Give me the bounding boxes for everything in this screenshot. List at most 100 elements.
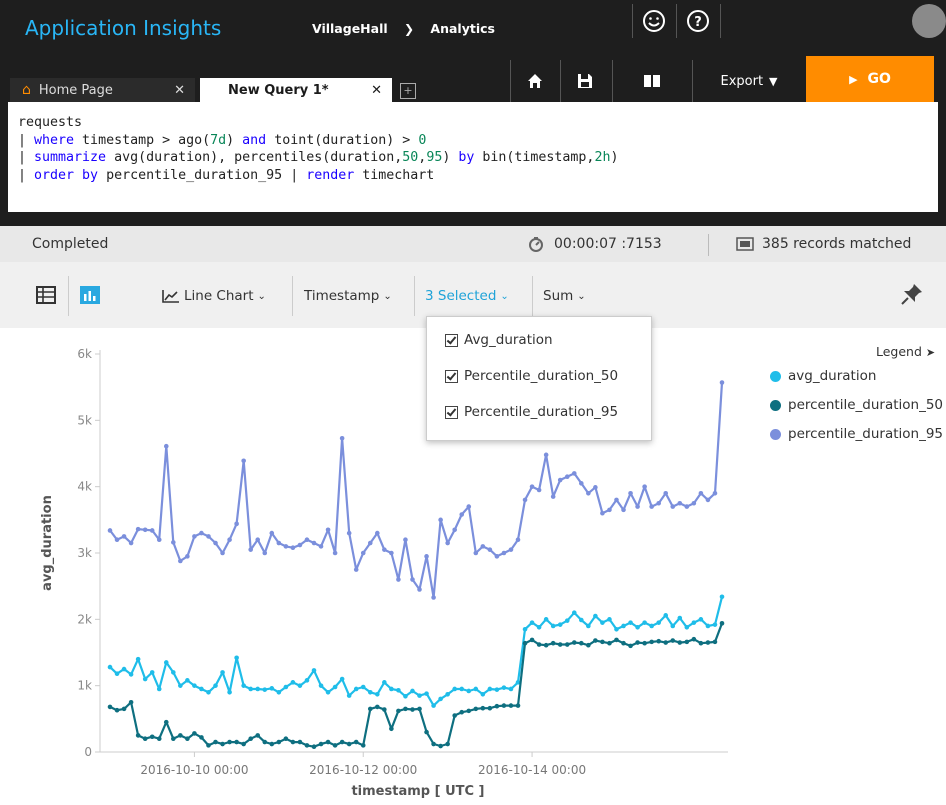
data-point: [691, 636, 697, 642]
data-point: [276, 739, 282, 745]
data-point: [269, 530, 275, 536]
data-point: [163, 443, 169, 449]
data-point: [297, 542, 303, 548]
checkbox-checked-icon[interactable]: [445, 405, 458, 419]
data-point: [543, 617, 549, 622]
help-icon[interactable]: ?: [676, 4, 719, 38]
series-option-p50[interactable]: Percentile_duration_50: [445, 368, 618, 384]
legend-title[interactable]: Legend ➤: [876, 344, 935, 359]
chevron-right-icon: ❯: [404, 22, 415, 36]
home-button[interactable]: [510, 60, 559, 102]
x-axis-label: timestamp [ UTC ]: [351, 784, 484, 799]
breadcrumb-item-analytics[interactable]: Analytics: [430, 21, 495, 36]
pin-button[interactable]: [900, 282, 924, 306]
save-button[interactable]: [560, 60, 609, 102]
data-point: [607, 507, 612, 513]
data-point: [290, 739, 296, 745]
top-bar: Application Insights VillageHall ❯ Analy…: [0, 0, 946, 60]
chart-type-dropdown[interactable]: Line Chart ⌄: [162, 288, 266, 304]
data-point: [480, 544, 486, 549]
data-point: [593, 638, 598, 643]
data-point: [684, 624, 690, 630]
series-option-avg[interactable]: Avg_duration: [445, 332, 553, 348]
data-point: [156, 736, 162, 742]
add-tab-icon[interactable]: +: [400, 83, 416, 99]
aggregation-label: Sum: [543, 288, 574, 304]
data-point: [382, 707, 387, 712]
data-point: [283, 736, 289, 742]
data-point: [332, 684, 338, 690]
aggregation-dropdown[interactable]: Sum ⌄: [543, 288, 586, 304]
series-dropdown[interactable]: 3 Selected ⌄: [425, 288, 509, 304]
x-tick-label: 2016-10-10 00:00: [140, 763, 248, 777]
query-line: | order by percentile_duration_95 | rend…: [18, 167, 435, 183]
data-point: [508, 703, 514, 708]
data-point: [515, 703, 521, 708]
data-point: [536, 642, 542, 647]
data-point: [593, 485, 598, 490]
x-column-dropdown[interactable]: Timestamp ⌄: [304, 288, 392, 304]
open-button[interactable]: [612, 60, 691, 102]
save-icon: [578, 74, 592, 88]
chart-view-button[interactable]: [80, 286, 100, 304]
data-point: [389, 550, 394, 556]
tab-label: New Query 1*: [228, 82, 329, 98]
tab-home-page[interactable]: ⌂ Home Page ✕: [10, 78, 195, 102]
records-icon: [736, 237, 754, 251]
x-tick-label: 2016-10-12 00:00: [309, 763, 417, 777]
query-editor[interactable]: requests | where timestamp > ago(7d) and…: [8, 102, 938, 212]
data-point: [670, 638, 676, 643]
data-point: [543, 642, 549, 648]
smiley-icon[interactable]: [632, 4, 675, 38]
svg-text:?: ?: [694, 15, 702, 30]
data-point: [649, 623, 654, 629]
close-icon[interactable]: ✕: [174, 83, 185, 98]
go-button[interactable]: ▶ GO: [806, 56, 934, 102]
close-icon[interactable]: ✕: [371, 83, 382, 98]
breadcrumb-item-resource[interactable]: VillageHall: [312, 21, 388, 36]
splitter[interactable]: [0, 212, 946, 226]
data-point: [642, 620, 647, 625]
data-point: [705, 497, 711, 503]
data-point: [410, 577, 415, 582]
data-point: [353, 739, 359, 745]
checkbox-checked-icon[interactable]: [445, 333, 458, 347]
data-point: [431, 741, 436, 747]
checkbox-checked-icon[interactable]: [445, 369, 458, 383]
tab-new-query[interactable]: New Query 1* ✕: [200, 78, 392, 102]
data-point: [480, 691, 486, 697]
data-point: [276, 540, 282, 546]
editor-frame: [0, 102, 8, 212]
data-point: [389, 726, 394, 732]
app-title[interactable]: Application Insights: [25, 16, 221, 40]
legend-item[interactable]: percentile_duration_95: [770, 426, 943, 442]
table-view-button[interactable]: [36, 286, 56, 304]
data-point: [684, 639, 690, 645]
data-point: [128, 672, 134, 677]
data-point: [107, 664, 113, 670]
legend-item[interactable]: percentile_duration_50: [770, 397, 943, 413]
export-button[interactable]: Export ▼: [692, 60, 805, 102]
data-point: [220, 550, 225, 556]
data-point: [234, 739, 239, 745]
data-point: [663, 491, 669, 496]
data-point: [248, 547, 253, 552]
data-point: [403, 706, 408, 712]
data-point: [213, 683, 218, 688]
data-point: [206, 534, 211, 539]
data-point: [199, 735, 204, 740]
data-point: [339, 676, 345, 682]
data-point: [410, 707, 415, 712]
data-point: [311, 540, 317, 546]
y-tick-label: 0: [84, 745, 92, 759]
data-point: [396, 577, 401, 582]
data-point: [135, 656, 141, 662]
legend-item[interactable]: avg_duration: [770, 368, 876, 384]
series-option-p95[interactable]: Percentile_duration_95: [445, 404, 618, 420]
data-point: [677, 615, 683, 621]
data-point: [382, 547, 387, 552]
data-point: [600, 510, 605, 516]
data-point: [128, 699, 134, 705]
data-point: [248, 686, 253, 692]
avatar[interactable]: [912, 4, 946, 38]
